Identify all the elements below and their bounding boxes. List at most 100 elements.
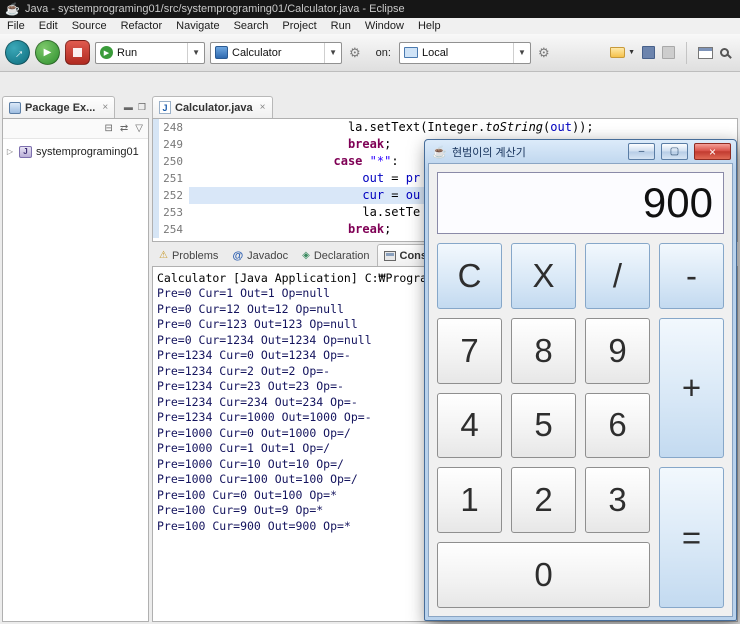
link-with-editor-icon[interactable]: ⇄	[120, 123, 128, 134]
run-mode-label: Run	[117, 46, 138, 59]
calc-button-8[interactable]: 8	[511, 317, 576, 384]
menu-project[interactable]: Project	[275, 19, 323, 33]
new-wizard-icon[interactable]	[610, 47, 626, 58]
chevron-down-icon[interactable]: ▼	[628, 49, 635, 56]
calc-button-1[interactable]: 1	[437, 467, 502, 534]
tab-label: Package Ex...	[25, 101, 96, 114]
calc-button-5[interactable]: 5	[511, 392, 576, 459]
save-icon[interactable]	[642, 46, 655, 59]
calc-button-equals[interactable]: =	[659, 467, 724, 608]
editor-tabbar: J Calculator.java ×	[152, 96, 738, 118]
collapse-all-icon[interactable]: ⊟	[105, 123, 113, 134]
search-icon[interactable]	[720, 48, 729, 57]
window-title: Java - systemprograming01/src/systemprog…	[24, 3, 405, 15]
java-file-icon: J	[159, 101, 171, 114]
line-number[interactable]: 251	[159, 170, 189, 187]
launch-config-label: Calculator	[232, 46, 282, 59]
tab-calculator-java[interactable]: J Calculator.java ×	[152, 96, 273, 118]
expand-arrow-icon[interactable]: ▷	[5, 147, 15, 156]
view-menu-icon[interactable]: ▽	[135, 123, 143, 134]
line-number[interactable]: 254	[159, 221, 189, 238]
calc-button-6[interactable]: 6	[585, 392, 650, 459]
project-tree: ▷ J systemprograming01	[3, 139, 148, 164]
tab-package-explorer[interactable]: Package Ex... ×	[2, 96, 116, 118]
calculator-keypad: C X / - 7 8 9 + 4 5 6 1 2 3 = 0	[437, 243, 724, 608]
tab-problems[interactable]: ⚠ Problems	[152, 244, 225, 266]
calc-button-minus[interactable]: -	[659, 243, 724, 309]
package-explorer-toolbar: ⊟ ⇄ ▽	[3, 119, 148, 139]
line-number[interactable]: 252	[159, 187, 189, 204]
maximize-button[interactable]: ▢	[661, 143, 688, 160]
arrow-icon: →	[7, 42, 28, 63]
calculator-display: 900	[437, 172, 724, 234]
menu-edit[interactable]: Edit	[32, 19, 65, 33]
target-label: Local	[421, 46, 449, 59]
line-number[interactable]: 253	[159, 204, 189, 221]
close-icon[interactable]: ×	[102, 102, 108, 113]
chevron-down-icon: ▼	[187, 42, 204, 63]
run-mode-dropdown[interactable]: ▶ Run ▼	[95, 41, 205, 64]
console-icon	[383, 250, 396, 261]
target-dropdown[interactable]: Local ▼	[398, 41, 531, 64]
calc-button-multiply[interactable]: X	[511, 243, 576, 309]
stop-icon	[73, 48, 82, 57]
menu-file[interactable]: File	[0, 19, 32, 33]
gear-icon[interactable]: ⚙	[536, 45, 552, 61]
calc-button-clear[interactable]: C	[437, 243, 502, 309]
line-number[interactable]: 248	[159, 119, 189, 136]
close-button[interactable]: ×	[694, 143, 731, 160]
monitor-icon	[403, 47, 418, 58]
java-project-icon: J	[19, 145, 32, 158]
line-number[interactable]: 250	[159, 153, 189, 170]
save-all-icon	[662, 46, 675, 59]
package-explorer-panel: Package Ex... × ▬ ❒ ⊟ ⇄ ▽ ▷ J systemprog…	[2, 96, 149, 622]
tab-label: Calculator.java	[175, 101, 253, 114]
main-toolbar: → ▶ ▶ Run ▼ Calculator ▼ ⚙ on: Local ▼ ⚙…	[0, 34, 740, 72]
package-explorer-tabbar: Package Ex... × ▬ ❒	[2, 96, 149, 118]
maximize-view-icon[interactable]: ❒	[138, 102, 146, 113]
launch-config-dropdown[interactable]: Calculator ▼	[210, 41, 342, 64]
tree-item-project[interactable]: ▷ J systemprograming01	[5, 143, 146, 160]
menu-search[interactable]: Search	[227, 19, 276, 33]
java-eclipse-icon: ☕	[5, 2, 20, 16]
menu-refactor[interactable]: Refactor	[114, 19, 170, 33]
minimize-button[interactable]: –	[628, 143, 655, 160]
problems-icon: ⚠	[159, 250, 168, 261]
run-icon: ▶	[100, 46, 113, 59]
tab-javadoc[interactable]: @ Javadoc	[225, 244, 295, 266]
calc-button-plus[interactable]: +	[659, 317, 724, 459]
code-line[interactable]: 248 la.setText(Integer.toString(out));	[153, 119, 737, 136]
menu-navigate[interactable]: Navigate	[169, 19, 226, 33]
line-number[interactable]: 249	[159, 136, 189, 153]
calculator-titlebar[interactable]: ☕ 현범이의 계산기 – ▢ ×	[428, 140, 733, 163]
calc-button-9[interactable]: 9	[585, 317, 650, 384]
open-perspective-icon[interactable]	[698, 46, 713, 59]
menu-help[interactable]: Help	[411, 19, 448, 33]
calculator-body: 900 C X / - 7 8 9 + 4 5 6 1 2 3 = 0	[428, 163, 733, 617]
minimize-view-icon[interactable]: ▬	[124, 102, 133, 113]
gear-icon[interactable]: ⚙	[347, 45, 363, 61]
calculator-title: 현범이의 계산기	[451, 146, 526, 159]
tab-declaration[interactable]: ◈ Declaration	[295, 244, 376, 266]
package-explorer-body: ⊟ ⇄ ▽ ▷ J systemprograming01	[2, 118, 149, 622]
calc-button-divide[interactable]: /	[585, 243, 650, 309]
calc-button-7[interactable]: 7	[437, 317, 502, 384]
terminate-button[interactable]	[65, 40, 90, 65]
view-actions: ▬ ❒	[124, 102, 149, 113]
calc-button-3[interactable]: 3	[585, 467, 650, 534]
package-explorer-icon	[9, 101, 21, 114]
menu-source[interactable]: Source	[65, 19, 114, 33]
launch-arrow-button[interactable]: →	[5, 40, 30, 65]
menu-run[interactable]: Run	[324, 19, 358, 33]
calc-button-4[interactable]: 4	[437, 392, 502, 459]
java-app-icon: ☕	[432, 144, 447, 159]
on-label: on:	[375, 46, 391, 59]
menu-window[interactable]: Window	[358, 19, 411, 33]
calc-button-0[interactable]: 0	[437, 542, 650, 608]
toolbar-right-icons: ▼	[610, 41, 735, 64]
toolbar-separator	[686, 41, 687, 64]
calc-button-2[interactable]: 2	[511, 467, 576, 534]
close-icon[interactable]: ×	[260, 102, 266, 113]
javadoc-icon: @	[232, 249, 244, 262]
run-application-button[interactable]: ▶	[35, 40, 60, 65]
